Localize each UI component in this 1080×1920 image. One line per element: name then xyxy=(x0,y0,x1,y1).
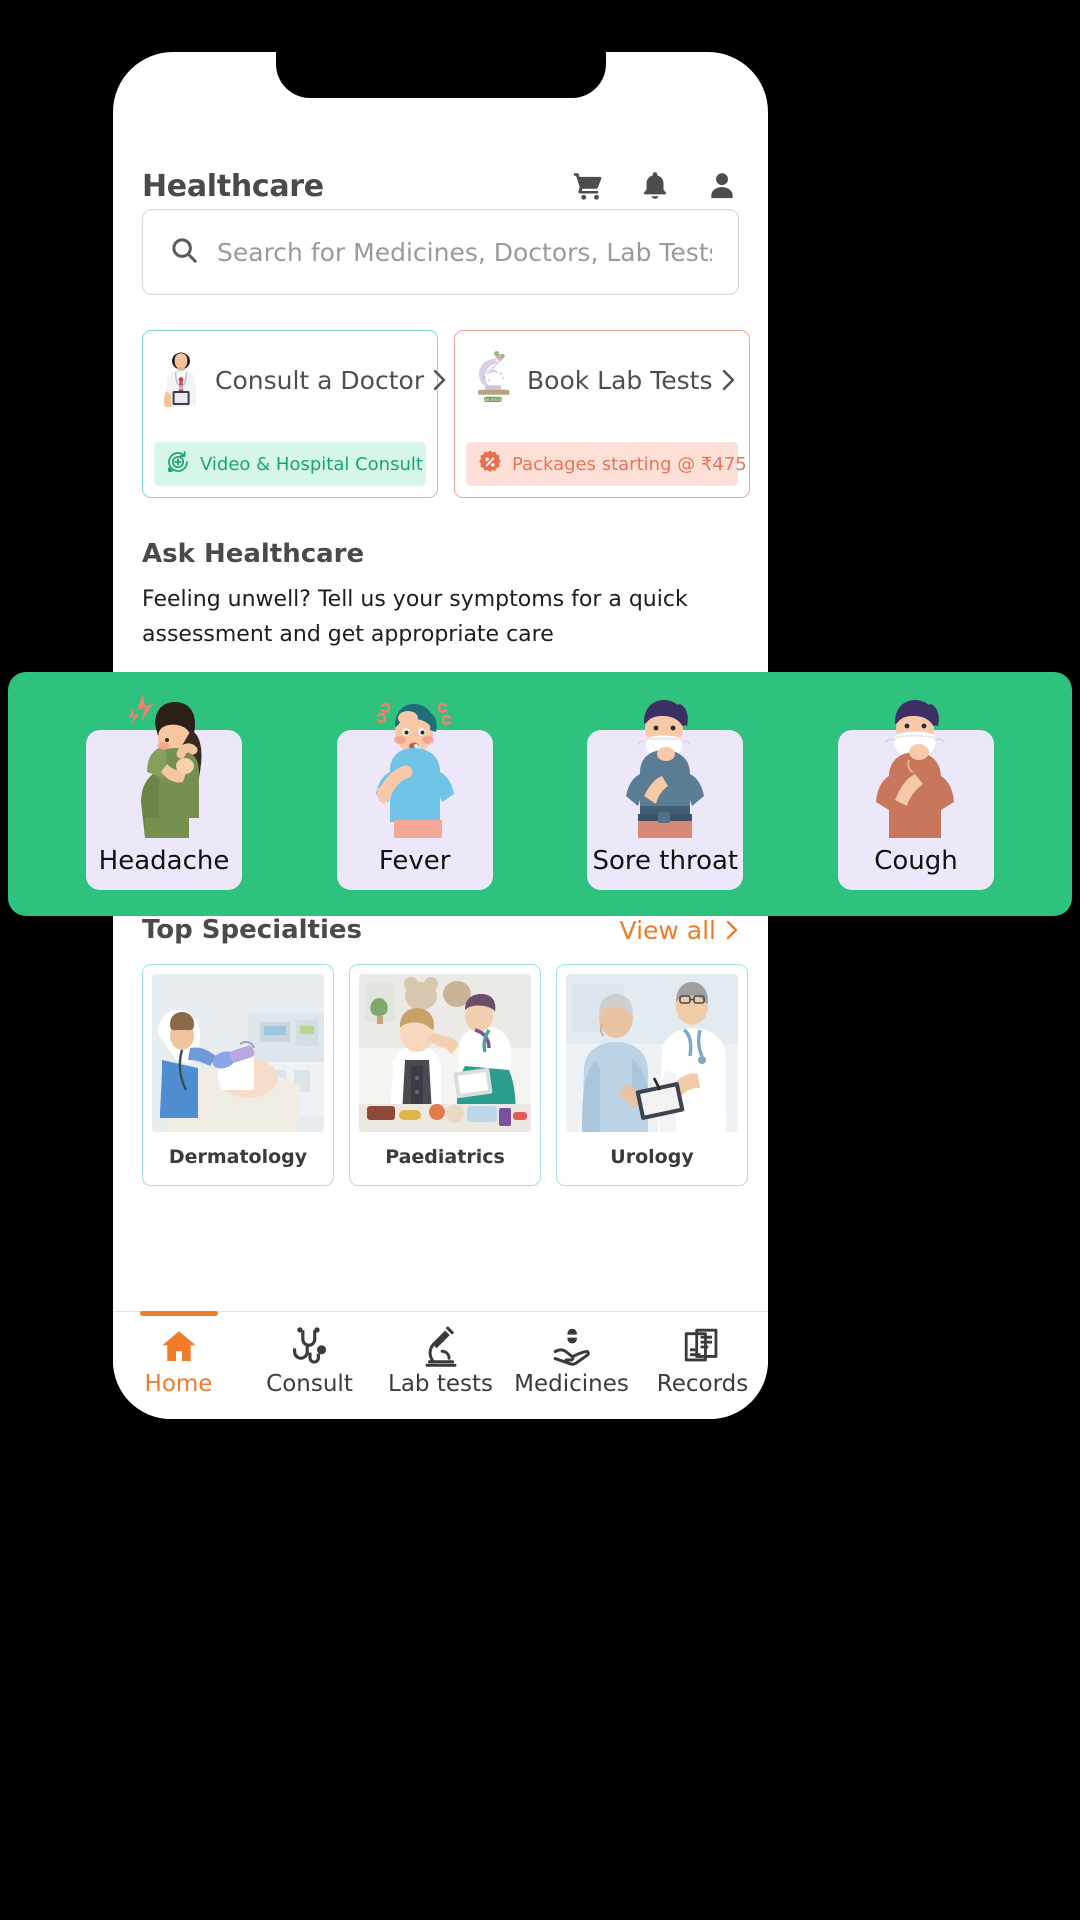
person-icon[interactable] xyxy=(705,169,739,203)
view-all-label: View all xyxy=(619,915,716,945)
nav-label: Lab tests xyxy=(388,1371,493,1397)
header-icon-group xyxy=(571,169,739,203)
search-bar[interactable] xyxy=(142,209,739,295)
nav-label: Home xyxy=(144,1371,213,1397)
symptom-label: Cough xyxy=(874,846,958,876)
nav-label: Consult xyxy=(266,1371,353,1397)
specialty-card-row: Dermatology Paediatrics Urology xyxy=(142,964,749,1186)
symptom-chip-cough[interactable]: Cough xyxy=(837,700,994,890)
pill-hand-icon xyxy=(553,1328,590,1366)
symptom-label: Headache xyxy=(98,846,230,876)
search-input[interactable] xyxy=(217,237,712,267)
nav-item-lab-tests[interactable]: Lab tests xyxy=(382,1326,500,1397)
symptom-chip-sore-throat[interactable]: Sore throat xyxy=(587,700,744,890)
chevron-right-icon xyxy=(722,369,734,391)
woman-headache-illustration xyxy=(129,694,202,838)
book-lab-tests-card-header: LAB-TESTED Book Lab Tests xyxy=(455,345,749,411)
phone-notch xyxy=(275,52,606,98)
bottom-navigation: Home Consult Lab tests Medicines Records xyxy=(113,1311,768,1419)
man-cough-illustration xyxy=(875,700,954,838)
chevron-right-icon xyxy=(726,920,738,940)
paediatrics-photo xyxy=(359,974,531,1132)
ask-healthcare-title: Ask Healthcare xyxy=(142,539,365,569)
book-lab-tests-title: Book Lab Tests xyxy=(527,365,713,395)
symptom-chip-headache[interactable]: Headache xyxy=(86,694,242,890)
cart-icon[interactable] xyxy=(571,169,605,203)
urology-photo xyxy=(566,974,738,1132)
consult-doctor-title: Consult a Doctor xyxy=(215,365,425,395)
nav-label: Medicines xyxy=(514,1371,629,1397)
bell-icon[interactable] xyxy=(638,169,672,203)
specialty-name: Paediatrics xyxy=(385,1146,505,1168)
active-tab-indicator xyxy=(139,1311,218,1316)
quick-action-row: Consult a Doctor Video & Hospital Consul… xyxy=(142,330,750,498)
percent-badge-icon xyxy=(477,449,503,479)
specialty-card[interactable]: Dermatology xyxy=(142,964,334,1186)
man-sore-throat-illustration xyxy=(626,700,705,838)
dermatology-photo xyxy=(152,974,324,1132)
stethoscope-icon xyxy=(292,1327,326,1364)
nav-item-consult[interactable]: Consult xyxy=(251,1326,369,1397)
symptom-label: Fever xyxy=(378,846,451,876)
boy-fever-illustration xyxy=(375,702,454,838)
specialty-name: Dermatology xyxy=(168,1146,308,1168)
symptom-label: Sore throat xyxy=(592,846,739,876)
nav-item-records[interactable]: Records xyxy=(644,1326,762,1397)
specialty-card[interactable]: Urology xyxy=(556,964,748,1186)
doctor-illustration xyxy=(155,349,207,411)
microscope-icon xyxy=(425,1326,456,1367)
symptom-quick-select-band: Headache Fever Sore throat Cough xyxy=(8,672,1072,916)
page-title: Healthcare xyxy=(142,168,324,204)
records-icon xyxy=(684,1328,717,1362)
consult-doctor-card-header: Consult a Doctor xyxy=(143,345,446,411)
symptom-chip-fever[interactable]: Fever xyxy=(336,702,493,890)
consult-doctor-badge-label: Video & Hospital Consult xyxy=(200,453,423,475)
book-lab-tests-badge: Packages starting @ ₹475 xyxy=(466,442,747,486)
book-lab-tests-badge-label: Packages starting @ ₹475 xyxy=(512,453,747,475)
nav-label: Records xyxy=(656,1371,749,1397)
specialty-name: Urology xyxy=(610,1146,694,1168)
consult-doctor-badge: Video & Hospital Consult xyxy=(154,442,426,486)
book-lab-tests-card[interactable]: LAB-TESTED Book Lab Tests Packages start… xyxy=(454,330,750,498)
nav-item-medicines[interactable]: Medicines xyxy=(513,1326,631,1397)
svg-text:LAB-TESTED: LAB-TESTED xyxy=(482,398,504,402)
nav-item-home[interactable]: Home xyxy=(120,1311,238,1397)
microscope-illustration: LAB-TESTED xyxy=(467,349,519,411)
top-specialties-header: Top Specialties View all xyxy=(142,910,739,950)
doctor-refresh-icon xyxy=(165,449,191,479)
home-icon xyxy=(161,1331,196,1361)
specialty-card[interactable]: Paediatrics xyxy=(349,964,541,1186)
view-all-link[interactable]: View all xyxy=(620,916,739,945)
ask-healthcare-description: Feeling unwell? Tell us your symptoms fo… xyxy=(142,587,688,647)
consult-doctor-card[interactable]: Consult a Doctor Video & Hospital Consul… xyxy=(142,330,446,498)
top-specialties-title: Top Specialties xyxy=(142,915,363,945)
screen-root: Healthcare Search for Medicines, Doctors… xyxy=(0,0,1080,1920)
search-icon xyxy=(169,235,199,269)
chevron-right-icon xyxy=(433,369,446,391)
